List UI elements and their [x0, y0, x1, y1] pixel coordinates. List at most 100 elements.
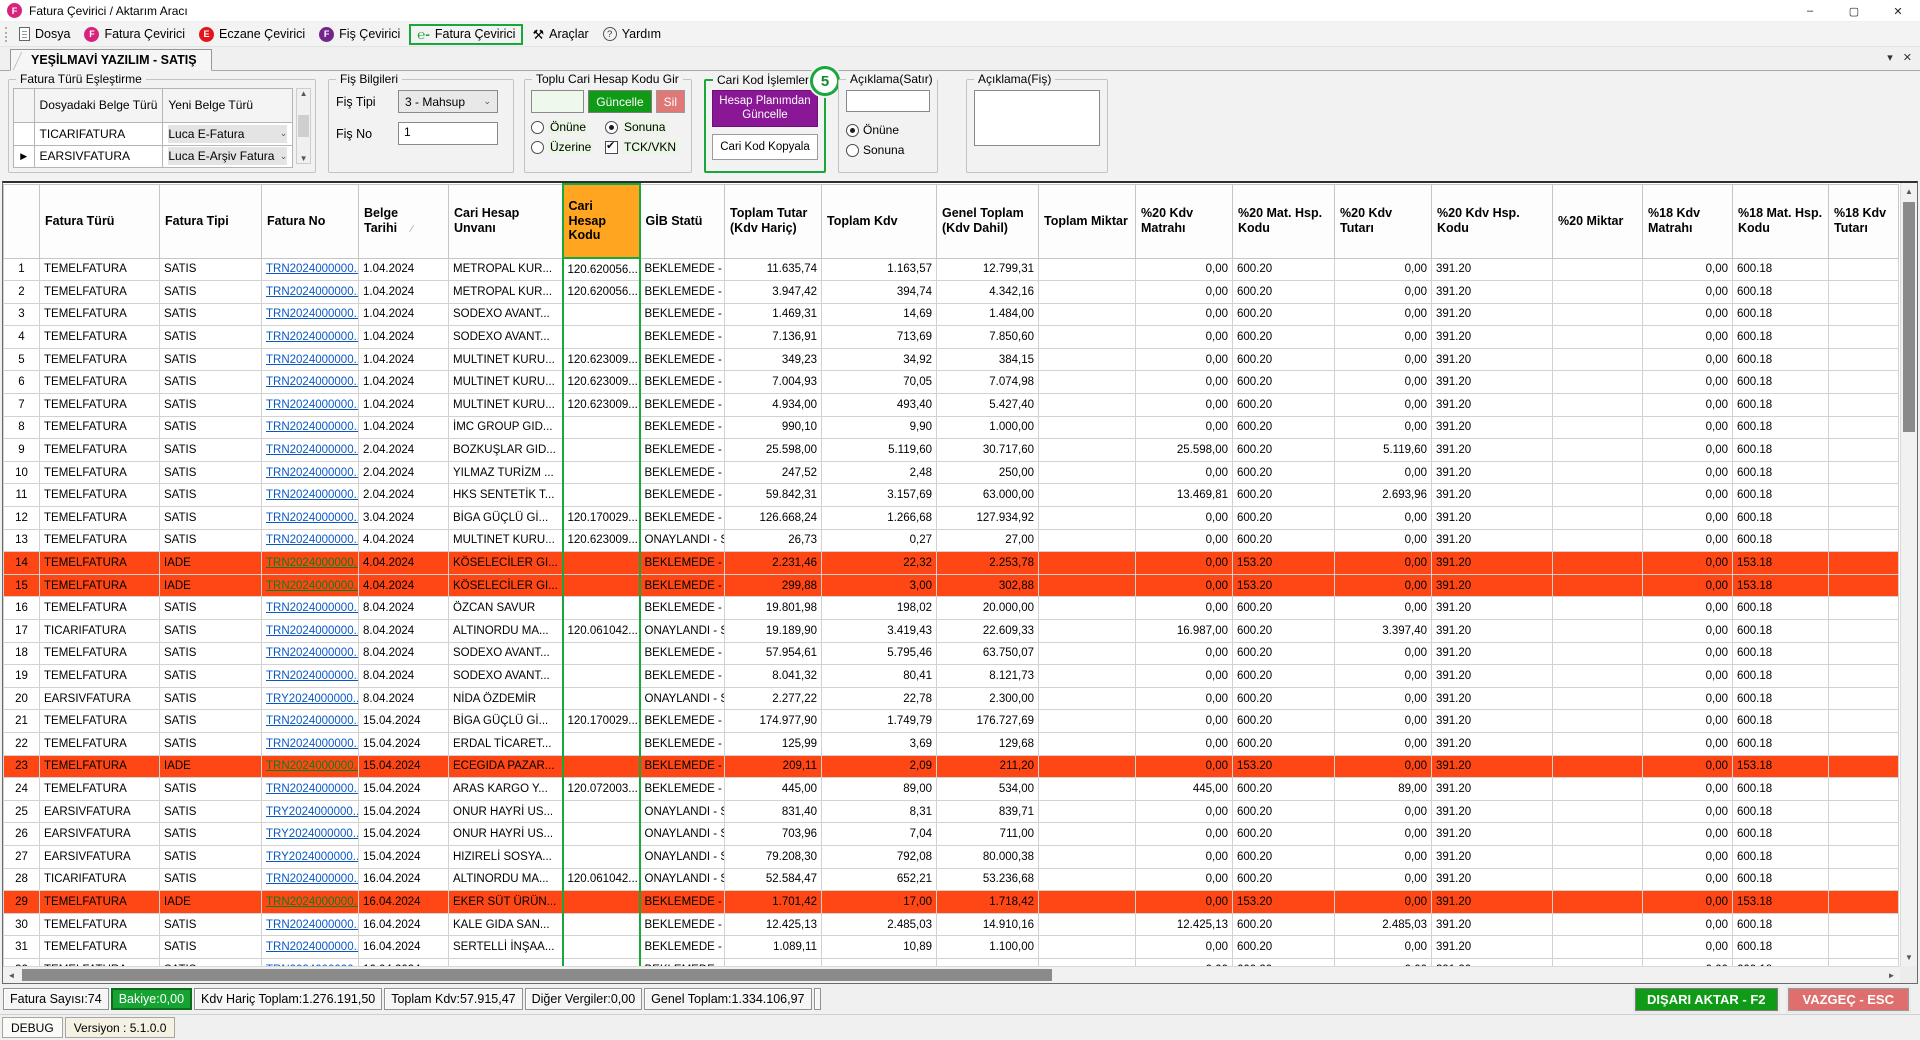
- grid-cell[interactable]: BEKLEMEDE - SA...: [639, 460, 725, 485]
- grid-cell[interactable]: BEKLEMEDE - IA...: [639, 890, 725, 914]
- grid-cell[interactable]: 5.119,60: [1334, 438, 1432, 462]
- invoice-link[interactable]: TRN2024000000...: [261, 302, 359, 327]
- grid-cell[interactable]: 0,00: [1642, 573, 1733, 598]
- grid-cell[interactable]: 127.934,92: [936, 506, 1039, 530]
- grid-cell[interactable]: [1828, 415, 1899, 440]
- grid-cell[interactable]: 89,00: [821, 777, 937, 801]
- grid-cell[interactable]: SATIS: [159, 596, 262, 620]
- grid-cell[interactable]: 0,00: [1334, 347, 1432, 372]
- grid-cell[interactable]: TEMELFATURA: [39, 551, 160, 575]
- grid-cell[interactable]: 0,00: [1135, 257, 1233, 282]
- grid-cell[interactable]: 20.000,00: [936, 596, 1039, 620]
- grid-cell[interactable]: [1552, 280, 1643, 304]
- grid-cell[interactable]: 534,00: [936, 777, 1039, 801]
- grid-cell[interactable]: 0,00: [1334, 731, 1432, 756]
- grid-cell[interactable]: [1552, 506, 1643, 530]
- grid-cell[interactable]: SATIS: [159, 686, 262, 711]
- grid-cell[interactable]: 3.947,42: [724, 280, 822, 304]
- grid-cell[interactable]: [1038, 890, 1136, 914]
- grid-cell[interactable]: SATIS: [159, 325, 262, 349]
- grid-cell[interactable]: [1552, 844, 1643, 869]
- grid-cell[interactable]: 391.20: [1431, 935, 1553, 959]
- grid-cell[interactable]: 0,00: [1642, 393, 1733, 417]
- grid-cell[interactable]: [1828, 822, 1899, 846]
- grid-cell[interactable]: 0,00: [1334, 506, 1432, 530]
- grid-cell[interactable]: ARAS KARGO Y...: [448, 777, 563, 801]
- grid-cell[interactable]: [1552, 415, 1643, 440]
- grid-cell[interactable]: 7.136,91: [724, 325, 822, 349]
- grid-cell[interactable]: 391.20: [1431, 280, 1553, 304]
- grid-cell[interactable]: 600.20: [1232, 393, 1335, 417]
- grid-cell[interactable]: MULTINET KURU...: [448, 370, 563, 395]
- invoice-link[interactable]: TRN2024000000...: [261, 754, 359, 779]
- grid-cell[interactable]: SERTELLİ İNŞAA...: [448, 935, 563, 959]
- column-header[interactable]: Cari Hesap Unvanı: [448, 183, 563, 259]
- scroll-left-icon[interactable]: ◄: [3, 967, 20, 983]
- grid-cell[interactable]: 600.18: [1732, 731, 1829, 756]
- grid-cell[interactable]: [1828, 438, 1899, 462]
- grid-cell[interactable]: [1828, 370, 1899, 395]
- grid-cell[interactable]: 8.041,32: [724, 664, 822, 688]
- grid-cell[interactable]: SATIS: [159, 280, 262, 304]
- grid-cell[interactable]: 4.934,00: [724, 393, 822, 417]
- grid-cell[interactable]: [1828, 867, 1899, 892]
- aciklama-fis-textarea[interactable]: [974, 90, 1100, 146]
- row-number[interactable]: 28: [3, 867, 40, 892]
- grid-cell[interactable]: 600.18: [1732, 867, 1829, 892]
- grid-cell[interactable]: SATIS: [159, 867, 262, 892]
- grid-cell[interactable]: 600.20: [1232, 370, 1335, 395]
- grid-cell[interactable]: ONAYLANDI - S...: [639, 619, 725, 643]
- fis-tipi-select[interactable]: 3 - Mahsup ⌄: [398, 90, 498, 113]
- grid-cell[interactable]: [1552, 957, 1643, 966]
- grid-cell[interactable]: BEKLEMEDE - SA...: [639, 731, 725, 756]
- grid-cell[interactable]: 3,69: [821, 731, 937, 756]
- column-header[interactable]: GİB Statü: [639, 183, 725, 259]
- grid-cell[interactable]: [561, 573, 641, 598]
- grid-cell[interactable]: TEMELFATURA: [39, 393, 160, 417]
- grid-cell[interactable]: [1828, 573, 1899, 598]
- grid-cell[interactable]: 1.089,11: [724, 935, 822, 959]
- grid-cell[interactable]: MULTINET KURU...: [448, 393, 563, 417]
- grid-cell[interactable]: 0,00: [1642, 506, 1733, 530]
- tab-close-icon[interactable]: ✕: [1903, 51, 1912, 64]
- grid-cell[interactable]: 600.20: [1232, 799, 1335, 824]
- grid-cell[interactable]: 394,74: [821, 280, 937, 304]
- grid-cell[interactable]: 25.598,00: [1135, 438, 1233, 462]
- grid-cell[interactable]: 391.20: [1431, 619, 1553, 643]
- row-number[interactable]: 24: [3, 777, 40, 801]
- grid-cell[interactable]: 0,00: [1334, 867, 1432, 892]
- guncelle-button[interactable]: Güncelle: [588, 90, 652, 113]
- grid-cell[interactable]: BİGA GÜÇLÜ Gİ...: [448, 506, 563, 530]
- grid-cell[interactable]: 0,00: [1135, 641, 1233, 666]
- row-number[interactable]: 22: [3, 731, 40, 756]
- grid-cell[interactable]: SATIS: [159, 528, 262, 553]
- grid-cell[interactable]: 600.20: [1232, 867, 1335, 892]
- grid-cell[interactable]: 391.20: [1431, 347, 1553, 372]
- grid-cell[interactable]: 2.04.2024: [358, 438, 449, 462]
- minimize-button[interactable]: –: [1788, 0, 1832, 22]
- grid-cell[interactable]: 0,00: [1334, 890, 1432, 914]
- row-number[interactable]: 6: [3, 370, 40, 395]
- grid-cell[interactable]: 63.000,00: [936, 483, 1039, 508]
- grid-cell[interactable]: [1828, 777, 1899, 801]
- grid-cell[interactable]: 0,00: [1135, 822, 1233, 846]
- row-number[interactable]: 3: [3, 302, 40, 327]
- grid-cell[interactable]: [1038, 754, 1136, 779]
- grid-cell[interactable]: [1828, 686, 1899, 711]
- row-number[interactable]: 32: [3, 957, 40, 966]
- grid-cell[interactable]: [1038, 393, 1136, 417]
- grid-cell[interactable]: 120.623009...: [561, 347, 641, 372]
- row-number[interactable]: 14: [3, 551, 40, 575]
- grid-cell[interactable]: 391.20: [1431, 867, 1553, 892]
- column-header[interactable]: %18 Kdv Tutarı: [1828, 183, 1899, 259]
- grid-cell[interactable]: SATIS: [159, 506, 262, 530]
- grid-cell[interactable]: 16.987,00: [1135, 619, 1233, 643]
- grid-cell[interactable]: ECEGIDA PAZAR...: [448, 754, 563, 779]
- grid-cell[interactable]: 792,08: [821, 844, 937, 869]
- grid-cell[interactable]: 15.04.2024: [358, 777, 449, 801]
- grid-cell[interactable]: BEKLEMEDE - SA...: [639, 347, 725, 372]
- grid-cell[interactable]: 7.074,98: [936, 370, 1039, 395]
- grid-cell[interactable]: SATIS: [159, 641, 262, 666]
- column-header[interactable]: [3, 183, 40, 259]
- grid-cell[interactable]: 391.20: [1431, 709, 1553, 733]
